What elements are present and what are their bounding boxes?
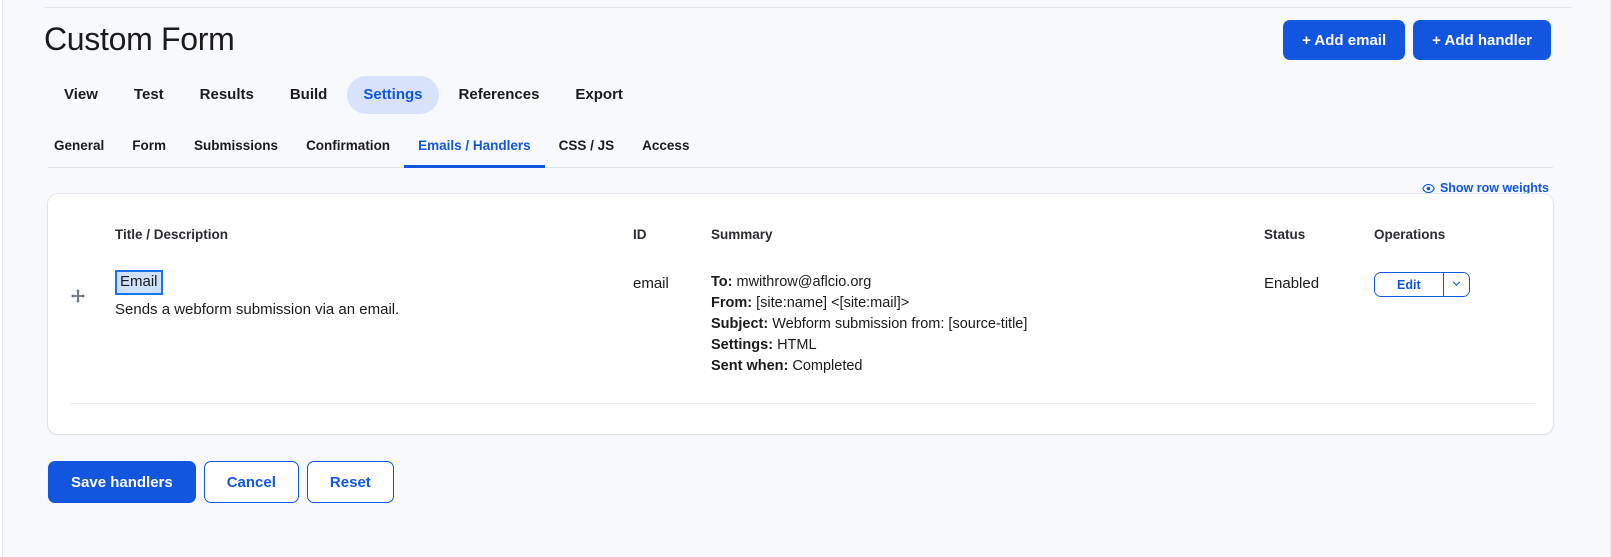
row-title-cell: Email Sends a webform submission via an … (115, 266, 633, 321)
cancel-button[interactable]: Cancel (203, 461, 299, 503)
move-handle-icon[interactable] (70, 288, 86, 304)
header-cell-id: ID (633, 227, 647, 242)
row-drag-cell (70, 266, 115, 309)
eye-icon (1422, 182, 1435, 195)
subtab-general[interactable]: General (48, 137, 118, 168)
edit-button[interactable]: Edit (1375, 273, 1443, 296)
header-cell-operations: Operations (1374, 227, 1446, 242)
summary-list: To: mwithrow@aflcio.org From: [site:name… (711, 266, 1264, 377)
table-row: Email Sends a webform submission via an … (70, 266, 1535, 404)
page-container: Custom Form + Add email + Add handler Vi… (4, 0, 1611, 557)
primary-tabs: View Test Results Build Settings Referen… (48, 76, 639, 114)
tab-test[interactable]: Test (118, 76, 180, 114)
left-rail (0, 0, 3, 557)
tab-references[interactable]: References (443, 76, 556, 114)
show-row-weights-label: Show row weights (1439, 181, 1549, 195)
summary-value-settings: HTML (777, 337, 817, 353)
header-cell-summary: Summary (711, 227, 773, 242)
summary-value-from: [site:name] <[site:mail]> (756, 295, 910, 311)
tab-view[interactable]: View (48, 76, 114, 114)
edit-split-button: Edit (1374, 272, 1470, 297)
row-summary-cell: To: mwithrow@aflcio.org From: [site:name… (711, 266, 1264, 377)
summary-label-sent-when: Sent when: (711, 358, 789, 374)
edit-dropdown-toggle[interactable] (1442, 273, 1469, 296)
subtab-submissions[interactable]: Submissions (180, 137, 292, 168)
handler-description: Sends a webform submission via an email. (115, 301, 400, 318)
handler-title-input[interactable]: Email (115, 270, 163, 295)
summary-label-to: To: (711, 274, 733, 290)
subtab-form[interactable]: Form (118, 137, 180, 168)
secondary-tabs: General Form Submissions Confirmation Em… (48, 132, 1553, 168)
add-handler-button[interactable]: + Add handler (1413, 20, 1551, 60)
subtab-confirmation[interactable]: Confirmation (292, 137, 404, 168)
row-operations-cell: Edit (1374, 266, 1534, 297)
chevron-down-icon (1451, 276, 1462, 294)
header-actions: + Add email + Add handler (1283, 20, 1551, 60)
summary-line-settings: Settings: HTML (711, 335, 1264, 356)
show-row-weights-link[interactable]: Show row weights (1422, 181, 1549, 195)
summary-line-from: From: [site:name] <[site:mail]> (711, 293, 1264, 314)
footer-actions: Save handlers Cancel Reset (48, 461, 394, 503)
tab-export[interactable]: Export (559, 76, 639, 114)
summary-label-settings: Settings: (711, 337, 774, 353)
summary-line-subject: Subject: Webform submission from: [sourc… (711, 314, 1264, 335)
top-divider (44, 7, 1572, 8)
reset-button[interactable]: Reset (306, 461, 394, 503)
subtab-access[interactable]: Access (628, 137, 703, 168)
header-cell-status: Status (1264, 227, 1306, 242)
tab-build[interactable]: Build (274, 76, 344, 114)
summary-value-subject: Webform submission from: [source-title] (772, 316, 1028, 332)
header-cell-title: Title / Description (115, 227, 229, 242)
summary-label-subject: Subject: (711, 316, 769, 332)
subtab-css-js[interactable]: CSS / JS (545, 137, 629, 168)
page-title: Custom Form (44, 21, 235, 57)
summary-value-sent-when: Completed (792, 358, 863, 374)
row-id-cell: email (633, 275, 669, 292)
operations-wrap: Edit (1374, 266, 1534, 297)
summary-value-to: mwithrow@aflcio.org (736, 274, 872, 290)
handlers-card: Title / Description ID Summary Status Op… (48, 194, 1553, 434)
add-email-button[interactable]: + Add email (1283, 20, 1406, 60)
tab-results[interactable]: Results (184, 76, 270, 114)
summary-label-from: From: (711, 295, 753, 311)
subtab-emails-handlers[interactable]: Emails / Handlers (404, 137, 545, 168)
table-header-row: Title / Description ID Summary Status Op… (70, 194, 1535, 266)
status-badge: Enabled (1264, 275, 1320, 292)
tab-settings[interactable]: Settings (347, 76, 439, 114)
save-handlers-button[interactable]: Save handlers (48, 461, 196, 503)
handlers-table: Title / Description ID Summary Status Op… (70, 194, 1535, 404)
summary-line-sent-when: Sent when: Completed (711, 356, 1264, 377)
summary-line-to: To: mwithrow@aflcio.org (711, 272, 1264, 293)
